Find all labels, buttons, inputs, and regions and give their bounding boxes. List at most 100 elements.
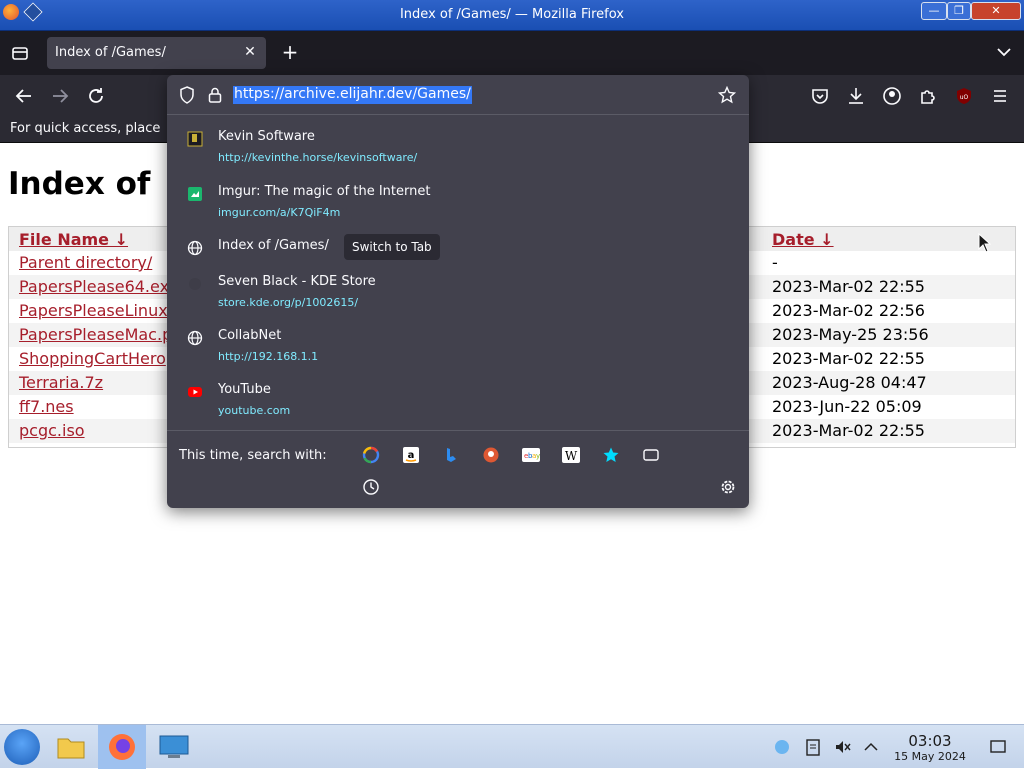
svg-text:W: W <box>565 449 578 463</box>
youtube-icon <box>188 387 202 397</box>
one-off-search-buttons: This time, search with: a e b a y W <box>167 430 749 508</box>
file-link[interactable]: PapersPleaseLinux <box>19 301 168 320</box>
result-title: CollabNet <box>218 328 282 343</box>
urlbar-result[interactable]: Kevin Software http://kevinthe.horse/kev… <box>177 127 739 177</box>
result-title: Seven Black - KDE Store <box>218 274 376 289</box>
urlbar-result[interactable]: CollabNet http://192.168.1.1 <box>177 326 739 376</box>
file-explorer-task[interactable] <box>47 725 95 769</box>
file-date: 2023-Mar-02 22:56 <box>772 301 925 320</box>
minimize-button[interactable]: — <box>921 2 947 20</box>
google-icon[interactable] <box>362 446 380 464</box>
result-title: Index of /Games/ <box>218 238 329 253</box>
sort-by-date-link[interactable]: Date ↓ <box>772 230 834 249</box>
lock-icon[interactable] <box>207 86 223 104</box>
ebay-icon[interactable]: e b a y <box>522 446 540 464</box>
result-url: http://192.168.1.1 <box>218 350 319 363</box>
start-button[interactable] <box>4 729 40 765</box>
window-title: Index of /Games/ — Mozilla Firefox <box>399 7 625 22</box>
file-link[interactable]: PapersPlease64.ex <box>19 277 169 296</box>
network-task[interactable] <box>150 725 198 769</box>
file-link[interactable]: ff7.nes <box>19 397 74 416</box>
page-heading: Index of <box>8 166 151 202</box>
search-settings-gear-icon[interactable] <box>719 478 737 496</box>
switch-to-tab-tooltip: Switch to Tab <box>344 234 440 260</box>
globe-icon <box>187 240 203 256</box>
extensions-icon[interactable] <box>917 85 939 107</box>
file-link[interactable]: PapersPleaseMac.p <box>19 325 172 344</box>
downloads-icon[interactable] <box>845 85 867 107</box>
taskbar: 03:03 15 May 2024 <box>0 724 1024 769</box>
pocket-icon[interactable] <box>809 85 831 107</box>
firefox-icon <box>109 734 135 760</box>
urlbar-popup: https://archive.elijahr.dev/Games/ Kevin… <box>167 75 749 508</box>
tabs-icon[interactable] <box>642 446 660 464</box>
site-icon <box>187 131 203 147</box>
file-date: 2023-Jun-22 05:09 <box>772 397 922 416</box>
result-title: Kevin Software <box>218 129 315 144</box>
result-url: imgur.com/a/K7QiF4m <box>218 206 341 219</box>
mouse-cursor-icon <box>978 233 992 253</box>
tab-active[interactable]: Index of /Games/ ✕ <box>47 37 266 69</box>
firefox-view-icon[interactable] <box>10 43 30 63</box>
close-window-button[interactable]: ✕ <box>971 2 1021 20</box>
ublock-origin-icon[interactable]: uO <box>953 85 975 107</box>
file-date: 2023-Aug-28 04:47 <box>772 373 927 392</box>
imgur-icon <box>188 187 202 201</box>
folder-icon <box>57 738 85 759</box>
clock-date: 15 May 2024 <box>894 750 966 763</box>
clipboard-icon[interactable] <box>804 738 822 756</box>
bing-icon[interactable] <box>442 446 460 464</box>
file-date: 2023-May-25 23:56 <box>772 325 929 344</box>
file-date: 2023-Mar-02 22:55 <box>772 421 925 440</box>
firefox-task[interactable] <box>98 725 146 769</box>
urlbar: https://archive.elijahr.dev/Games/ <box>167 75 749 115</box>
urlbar-result[interactable]: YouTube youtube.com <box>177 380 739 430</box>
maximize-button[interactable]: ❐ <box>947 2 971 20</box>
wikipedia-icon[interactable]: W <box>562 446 580 464</box>
history-icon[interactable] <box>362 478 380 496</box>
svg-text:a: a <box>408 450 415 461</box>
kde-icon <box>189 278 201 290</box>
result-url: http://kevinthe.horse/kevinsoftware/ <box>218 151 418 164</box>
account-icon[interactable] <box>881 85 903 107</box>
urlbar-result[interactable]: Imgur: The magic of the Internet imgur.c… <box>177 182 739 232</box>
forward-icon[interactable] <box>49 85 71 107</box>
system-clock[interactable]: 03:03 15 May 2024 <box>880 732 980 763</box>
tab-title: Index of /Games/ <box>55 45 166 60</box>
svg-text:uO: uO <box>960 94 969 101</box>
result-url: store.kde.org/p/1002615/ <box>218 296 359 309</box>
file-link[interactable]: Terraria.7z <box>19 373 103 392</box>
menu-icon[interactable] <box>989 85 1011 107</box>
globe-icon <box>187 330 203 346</box>
bookmark-star-icon[interactable] <box>718 86 736 104</box>
window-title-bar: Index of /Games/ — Mozilla Firefox — ❐ ✕ <box>0 0 1024 31</box>
url-input[interactable]: https://archive.elijahr.dev/Games/ <box>233 86 472 104</box>
bookmarks-star-icon[interactable] <box>602 446 620 464</box>
one-off-label: This time, search with: <box>179 448 327 463</box>
back-icon[interactable] <box>13 85 35 107</box>
svg-text:y: y <box>536 452 540 460</box>
result-url: youtube.com <box>218 404 291 417</box>
close-tab-icon[interactable]: ✕ <box>242 44 258 60</box>
file-date: 2023-Mar-02 22:55 <box>772 349 925 368</box>
list-all-tabs-icon[interactable] <box>994 44 1014 60</box>
duckduckgo-icon[interactable] <box>482 446 500 464</box>
computer-icon <box>159 735 189 758</box>
result-title: YouTube <box>218 382 271 397</box>
sort-by-name-link[interactable]: File Name ↓ <box>19 230 128 249</box>
result-title: Imgur: The magic of the Internet <box>218 184 431 199</box>
tracking-protection-icon[interactable] <box>179 86 195 104</box>
amazon-icon[interactable]: a <box>402 446 420 464</box>
volume-muted-icon[interactable] <box>834 738 852 756</box>
file-link[interactable]: ShoppingCartHero <box>19 349 166 368</box>
file-link[interactable]: pcgc.iso <box>19 421 85 440</box>
file-link[interactable]: Parent directory/ <box>19 253 152 272</box>
reload-icon[interactable] <box>85 85 107 107</box>
show-desktop-icon[interactable] <box>989 738 1007 756</box>
clock-time: 03:03 <box>908 732 952 750</box>
urlbar-result[interactable]: Seven Black - KDE Store store.kde.org/p/… <box>177 272 739 322</box>
file-date: 2023-Mar-02 22:55 <box>772 277 925 296</box>
new-tab-button[interactable]: + <box>280 42 300 62</box>
show-hidden-icons-chevron[interactable] <box>862 738 880 756</box>
tray-app-icon[interactable] <box>773 738 791 756</box>
